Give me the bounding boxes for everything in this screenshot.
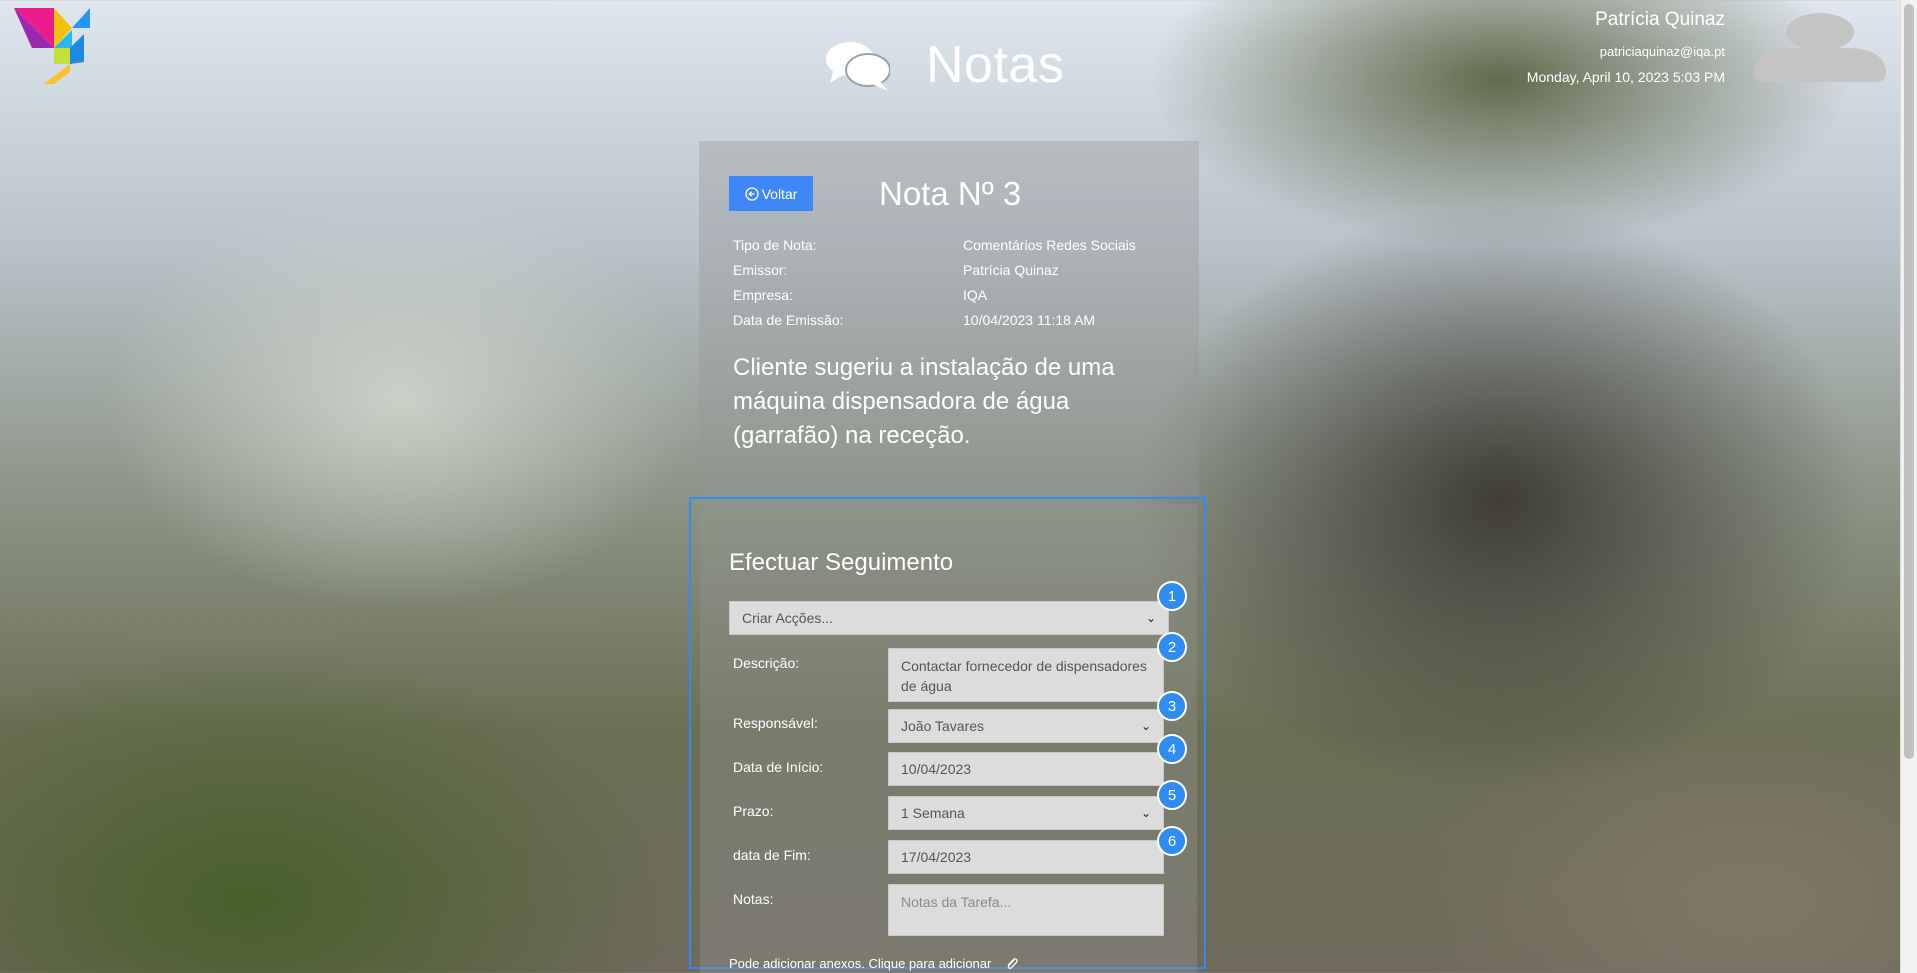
chevron-down-icon: ⌄ — [1140, 719, 1151, 733]
chevron-down-icon: ⌄ — [1140, 806, 1151, 820]
meta-key: Data de Emissão: — [733, 312, 844, 328]
start-date-label: Data de Início: — [733, 759, 824, 775]
note-body: Cliente sugeriu a instalação de uma máqu… — [733, 354, 1115, 449]
meta-row-issuer: Emissor: Patrícia Quinaz — [733, 258, 1173, 283]
followup-panel: Efectuar Seguimento Criar Acções... ⌄ De… — [700, 505, 1197, 973]
description-value: Contactar fornecedor de dispensadores de… — [901, 658, 1147, 694]
action-select[interactable]: Criar Acções... ⌄ — [729, 601, 1169, 635]
start-date-value: 10/04/2023 — [901, 761, 972, 777]
current-datetime: Monday, April 10, 2023 5:03 PM — [1526, 69, 1725, 85]
meta-value: Comentários Redes Sociais — [963, 237, 1136, 253]
page-header: Notas — [826, 30, 1064, 100]
responsible-select[interactable]: João Tavares ⌄ — [888, 709, 1164, 743]
action-select-value: Criar Acções... — [742, 610, 834, 626]
end-date-value: 17/04/2023 — [901, 849, 972, 865]
step-badge-4: 4 — [1157, 734, 1187, 764]
meta-row-type: Tipo de Nota: Comentários Redes Sociais — [733, 233, 1173, 258]
chevron-down-icon: ⌄ — [1145, 611, 1156, 625]
end-date-input[interactable]: 17/04/2023 — [888, 840, 1164, 874]
scrollbar-thumb[interactable] — [1904, 4, 1914, 759]
avatar[interactable] — [1754, 12, 1886, 84]
step-badge-1: 1 — [1157, 581, 1187, 611]
followup-highlight: Efectuar Seguimento Criar Acções... ⌄ De… — [689, 497, 1206, 973]
meta-key: Empresa: — [733, 287, 793, 303]
user-email: patriciaquinaz@iqa.pt — [1599, 44, 1725, 59]
start-date-input[interactable]: 10/04/2023 — [888, 752, 1164, 786]
arrow-left-circle-icon — [744, 186, 759, 201]
note-card: Voltar Nota Nº 3 Tipo de Nota: Comentári… — [699, 141, 1199, 496]
note-meta: Tipo de Nota: Comentários Redes Sociais … — [733, 233, 1173, 333]
meta-value: 10/04/2023 11:18 AM — [963, 312, 1096, 328]
step-badge-5: 5 — [1157, 780, 1187, 810]
notes-label: Notas: — [733, 891, 774, 907]
user-name: Patrícia Quinaz — [1595, 9, 1725, 30]
user-info: Patrícia Quinaz patriciaquinaz@iqa.pt Mo… — [1527, 8, 1725, 86]
meta-row-company: Empresa: IQA — [733, 283, 1173, 308]
page-title: Notas — [926, 36, 1065, 94]
paperclip-icon — [1008, 957, 1019, 969]
meta-key: Tipo de Nota: — [733, 237, 817, 253]
followup-title: Efectuar Seguimento — [729, 549, 954, 576]
chat-bubbles-icon — [826, 42, 890, 91]
step-badge-3: 3 — [1157, 691, 1187, 721]
task-notes-input[interactable]: Notas da Tarefa... — [888, 884, 1164, 936]
back-button[interactable]: Voltar — [729, 176, 813, 211]
task-notes-placeholder: Notas da Tarefa... — [901, 894, 1012, 910]
deadline-label: Prazo: — [733, 803, 774, 819]
meta-key: Emissor: — [733, 262, 788, 278]
meta-value: IQA — [963, 287, 988, 303]
deadline-value: 1 Semana — [901, 805, 965, 821]
app-logo — [14, 8, 90, 84]
note-title: Nota Nº 3 — [879, 175, 1022, 212]
description-field[interactable]: Contactar fornecedor de dispensadores de… — [888, 648, 1164, 702]
deadline-select[interactable]: 1 Semana ⌄ — [888, 796, 1164, 830]
responsible-value: João Tavares — [901, 718, 985, 734]
step-badge-6: 6 — [1157, 826, 1187, 856]
responsible-label: Responsável: — [733, 715, 818, 731]
page-scrollbar[interactable] — [1900, 0, 1917, 973]
meta-value: Patrícia Quinaz — [963, 262, 1059, 278]
meta-row-issue-date: Data de Emissão: 10/04/2023 11:18 AM — [733, 308, 1173, 333]
back-button-label: Voltar — [761, 185, 798, 202]
attach-text: Pode adicionar anexos. Clique para adici… — [729, 956, 992, 971]
description-label: Descrição: — [733, 655, 800, 671]
attach-link[interactable]: Pode adicionar anexos. Clique para adici… — [729, 956, 1019, 971]
step-badge-2: 2 — [1157, 632, 1187, 662]
end-date-label: data de Fim: — [733, 847, 811, 863]
